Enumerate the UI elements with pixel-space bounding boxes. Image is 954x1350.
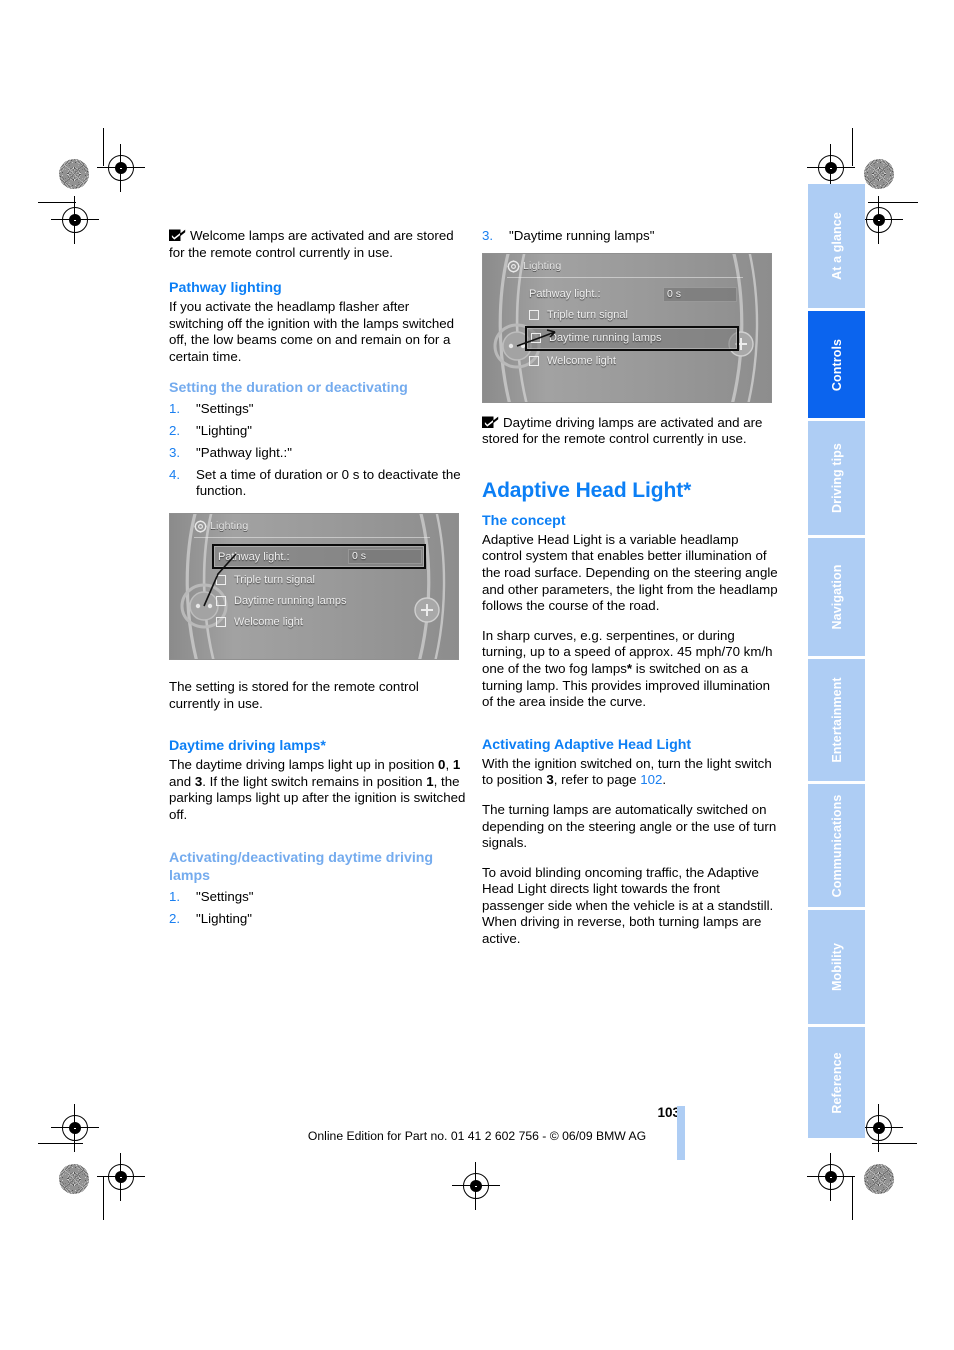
sidebar-tab-navigation[interactable]: Navigation	[808, 538, 865, 656]
crop-line-bottom-right-v	[852, 1176, 853, 1220]
registration-mark-top-left-inner	[97, 144, 145, 192]
idrive-leader-line	[203, 553, 237, 607]
heading-activating-daytime: Activating/deactivating daytime driving …	[169, 849, 434, 884]
crop-line-bottom-left-v	[103, 1176, 104, 1220]
sidebar-tab-reference[interactable]: Reference	[808, 1027, 865, 1138]
note-daytime-text: Daytime driving lamps are activated and …	[482, 414, 763, 447]
sidebar-tab-label: Driving tips	[829, 443, 844, 513]
heading-the-concept: The concept	[482, 512, 566, 529]
list-number: 2.	[169, 910, 181, 926]
heading-setting-duration: Setting the duration or deactivating	[169, 379, 408, 396]
list-item: 1. "Settings"	[169, 401, 467, 418]
manual-page: Welcome lamps are activated and are stor…	[0, 0, 954, 1350]
left-column: Welcome lamps are activated and are stor…	[169, 228, 467, 940]
list-text: Set a time of duration or 0 s to deactiv…	[196, 466, 461, 499]
list-number: 1.	[169, 400, 181, 416]
steps-continued: 3. "Daytime running lamps"	[482, 228, 780, 245]
heading-daytime-driving-lamps: Daytime driving lamps*	[169, 738, 326, 755]
steps-activating-daytime: 1. "Settings" 2. "Lighting"	[169, 889, 467, 928]
sidebar-tab-label: Entertainment	[829, 677, 844, 763]
idrive-leader-line	[516, 328, 556, 347]
note-daytime-driving-lamps: Daytime driving lamps are activated and …	[482, 415, 780, 448]
crop-line-right-lower-h	[872, 1143, 917, 1144]
sidebar-tab-label: Communications	[829, 794, 844, 897]
list-item: 2. "Lighting"	[169, 423, 467, 440]
idrive-row-value: 0 s	[666, 287, 681, 300]
sidebar-tab-label: Controls	[829, 338, 844, 391]
sidebar-tab-label: Navigation	[829, 564, 844, 630]
registration-mark-bottom-right-inner	[807, 1153, 855, 1201]
crop-line-right-h	[868, 202, 918, 203]
sidebar-tab-mobility[interactable]: Mobility	[808, 910, 865, 1024]
note-welcome-lamps: Welcome lamps are activated and are stor…	[169, 228, 467, 261]
registration-mark-bottom-center	[452, 1162, 500, 1210]
ahl-text-after: .	[662, 772, 667, 788]
crop-line-top-right-v	[852, 128, 853, 166]
page-title-adaptive-head-light: Adaptive Head Light*	[482, 478, 692, 502]
list-text: "Settings"	[196, 400, 254, 416]
paragraph-daytime-driving-lamps: The daytime driving lamps light up in po…	[169, 757, 466, 822]
sidebar-tab-driving-tips[interactable]: Driving tips	[808, 421, 865, 535]
sidebar-tab-label: At a glance	[829, 212, 844, 280]
list-text: "Lighting"	[196, 422, 253, 438]
list-item: 2. "Lighting"	[169, 911, 467, 928]
paragraph-ahl-2: The turning lamps are automatically swit…	[482, 801, 777, 851]
registration-mark-right-upper	[855, 196, 903, 244]
right-column: 3. "Daytime running lamps" Lighting Path…	[482, 228, 780, 961]
sidebar-tab-entertainment[interactable]: Entertainment	[808, 659, 865, 781]
paragraph-concept-2: In sharp curves, e.g. serpentines, or du…	[482, 627, 773, 710]
checkmark-icon	[169, 229, 186, 242]
paragraph-concept-1: Adaptive Head Light is a variable headla…	[482, 531, 778, 614]
light-switch-position: 3	[546, 772, 554, 788]
paragraph-ahl-1: With the ignition switched on, turn the …	[482, 756, 780, 789]
sidebar-tab-label: Reference	[829, 1051, 844, 1114]
list-text: "Settings"	[196, 888, 254, 904]
note-welcome-lamps-text: Welcome lamps are activated and are stor…	[169, 228, 454, 260]
list-text: "Daytime running lamps"	[509, 228, 655, 243]
paragraph-pathway-lighting: If you activate the headlamp flasher aft…	[169, 299, 455, 364]
list-number: 1.	[169, 888, 181, 904]
heading-activating-adaptive-head-light: Activating Adaptive Head Light	[482, 736, 692, 753]
idrive-screenshot-daytime: Lighting Pathway light.: 0 s Triple turn…	[482, 252, 772, 403]
crop-line-left-h	[38, 202, 76, 203]
page-number: 103	[657, 1105, 680, 1120]
registration-mark-top-right-inner	[807, 144, 855, 192]
sidebar-tab-label: Mobility	[829, 942, 844, 992]
density-patch-top-left	[59, 159, 89, 189]
crop-line-left-lower-h	[38, 1143, 83, 1144]
list-item: 3. "Pathway light.:"	[169, 445, 467, 462]
list-number: 2.	[169, 422, 181, 438]
ahl-text-mid: , refer to page	[553, 772, 641, 788]
list-text: "Lighting"	[196, 910, 253, 926]
sidebar-tab-controls[interactable]: Controls	[808, 311, 865, 418]
sidebar-tab-communications[interactable]: Communications	[808, 784, 865, 907]
paragraph-ahl-3: To avoid blinding oncoming traffic, the …	[482, 864, 774, 947]
density-patch-bottom-left	[59, 1164, 89, 1194]
steps-setting-duration: 1. "Settings" 2. "Lighting" 3. "Pathway lig…	[169, 401, 467, 500]
idrive-row-value: 0 s	[351, 550, 366, 563]
list-item: 4. Set a time of duration or 0 s to deact…	[169, 467, 467, 500]
paragraph-setting-stored: The setting is stored for the remote con…	[169, 679, 419, 711]
crop-line-top-left-v	[103, 128, 104, 166]
list-number: 3.	[169, 444, 181, 460]
list-number: 4.	[169, 466, 181, 482]
page-reference-link[interactable]: 102	[640, 772, 662, 787]
edition-notice: Online Edition for Part no. 01 41 2 602 …	[307, 1129, 647, 1143]
heading-pathway-lighting: Pathway lighting	[169, 280, 282, 297]
registration-mark-bottom-left-inner	[97, 1153, 145, 1201]
registration-mark-left-upper	[51, 196, 99, 244]
density-patch-bottom-right	[864, 1164, 894, 1194]
list-item: 1. "Settings"	[169, 889, 467, 906]
section-tab-rail: At a glance Controls Driving tips Naviga…	[808, 184, 865, 1141]
list-text: "Pathway light.:"	[196, 444, 292, 460]
list-number: 3.	[482, 228, 494, 243]
list-item: 3. "Daytime running lamps"	[482, 228, 780, 245]
checkmark-icon	[482, 416, 499, 429]
density-patch-top-right	[864, 159, 894, 189]
sidebar-tab-at-a-glance[interactable]: At a glance	[808, 184, 865, 308]
idrive-screenshot-pathway: Lighting Pathway light.: 0 s Triple turn…	[169, 513, 459, 661]
